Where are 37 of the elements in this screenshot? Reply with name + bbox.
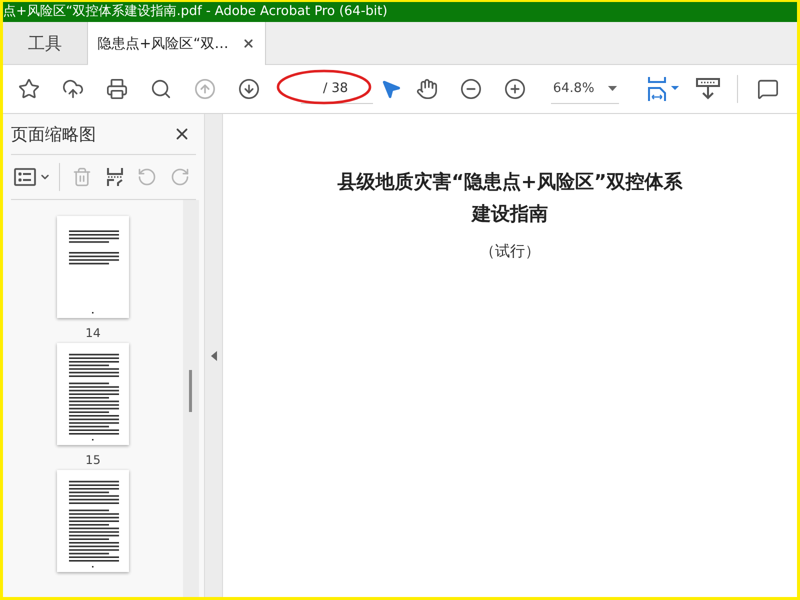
- scrollbar-thumb[interactable]: [189, 370, 192, 412]
- rotate-right-icon: [170, 167, 190, 187]
- document-title: 建设指南: [472, 202, 548, 227]
- document-title: 县级地质灾害“隐患点+风险区”双控体系: [338, 170, 682, 195]
- pointer-icon: [380, 78, 402, 100]
- page-number: 14: [85, 326, 101, 340]
- plus-icon: [504, 78, 526, 100]
- minus-icon: [460, 78, 482, 100]
- caret-icon: [608, 86, 617, 91]
- star-icon: [18, 78, 40, 100]
- page-thumbnail[interactable]: [57, 216, 129, 318]
- fit-page-icon: [646, 77, 680, 101]
- keyboard-arrow-down-icon: [696, 78, 720, 100]
- panel-title: 页面缩略图: [11, 124, 96, 146]
- arrow-down-icon: [238, 78, 260, 100]
- tab[interactable]: 隐患点+风险区“双…: [88, 22, 266, 65]
- printer-icon: [106, 78, 128, 100]
- page-insert-icon: [104, 167, 125, 187]
- arrow-up-icon: [194, 78, 216, 100]
- page-thumbnail[interactable]: [57, 343, 129, 445]
- page-number: 15: [85, 453, 101, 467]
- comment-icon: [757, 78, 779, 100]
- caret-left-icon: [210, 350, 216, 360]
- trash-icon: [72, 167, 92, 187]
- document-subtitle: （试行）: [480, 242, 540, 261]
- list-icon: [14, 168, 36, 186]
- search-icon: [150, 78, 172, 100]
- scrollbar[interactable]: [183, 200, 199, 597]
- tab[interactable]: 工具: [3, 22, 88, 64]
- close-icon[interactable]: [242, 37, 256, 50]
- cloud-upload-icon: [62, 78, 84, 100]
- page-thumbnail[interactable]: [57, 470, 129, 572]
- page-total: / 38: [323, 81, 348, 96]
- zoom-dropdown[interactable]: 64.8%: [551, 74, 619, 104]
- rotate-left-icon: [137, 167, 158, 187]
- hand-icon: [416, 78, 438, 100]
- window-title: 点+风险区“双控体系建设指南.pdf - Adobe Acrobat Pro (64-bit): [3, 4, 388, 19]
